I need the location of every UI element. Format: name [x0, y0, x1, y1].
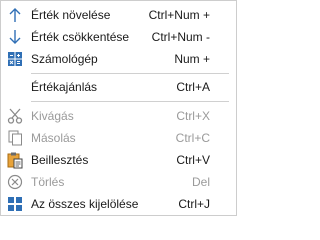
menu-item-select-all[interactable]: Az összes kijelölése Ctrl+J — [1, 193, 236, 215]
menu-item-label: Az összes kijelölése — [31, 197, 139, 211]
menu-item-shortcut: Ctrl+X — [176, 109, 210, 123]
menu-item-shortcut: Ctrl+C — [175, 131, 210, 145]
calculator-icon — [6, 50, 24, 68]
menu-separator — [31, 101, 229, 102]
menu-item-value-suggestion[interactable]: Értékajánlás Ctrl+A — [1, 76, 236, 98]
menu-item-label: Kivágás — [31, 109, 74, 123]
menu-item-label: Érték csökkentése — [31, 30, 130, 44]
menu-item-decrease-value[interactable]: Érték csökkentése Ctrl+Num - — [1, 26, 236, 48]
menu-item-delete[interactable]: Törlés Del — [1, 171, 236, 193]
menu-item-label: Értékajánlás — [31, 80, 98, 94]
menu-item-shortcut: Ctrl+Num + — [148, 8, 210, 22]
scissors-icon — [6, 107, 24, 125]
menu-item-label: Számológép — [31, 52, 98, 66]
delete-icon — [6, 173, 24, 191]
context-menu: Érték növelése Ctrl+Num + Érték csökkent… — [0, 0, 237, 216]
copy-icon — [6, 129, 24, 147]
menu-item-cut[interactable]: Kivágás Ctrl+X — [1, 105, 236, 127]
menu-item-label: Másolás — [31, 131, 76, 145]
menu-item-label: Érték növelése — [31, 8, 111, 22]
select-all-icon — [6, 195, 24, 213]
menu-item-shortcut: Ctrl+Num - — [151, 30, 210, 44]
arrow-down-icon — [6, 28, 24, 46]
menu-item-paste[interactable]: Beillesztés Ctrl+V — [1, 149, 236, 171]
menu-item-shortcut: Num + — [174, 52, 210, 66]
menu-item-shortcut: Ctrl+A — [176, 80, 210, 94]
menu-item-increase-value[interactable]: Érték növelése Ctrl+Num + — [1, 4, 236, 26]
menu-item-shortcut: Del — [191, 175, 210, 189]
menu-item-copy[interactable]: Másolás Ctrl+C — [1, 127, 236, 149]
paste-icon — [6, 151, 24, 169]
arrow-up-icon — [6, 6, 24, 24]
menu-separator — [31, 73, 229, 74]
menu-item-shortcut: Ctrl+J — [178, 197, 210, 211]
menu-item-calculator[interactable]: Számológép Num + — [1, 48, 236, 70]
menu-item-shortcut: Ctrl+V — [176, 153, 210, 167]
menu-item-label: Beillesztés — [31, 153, 89, 167]
menu-item-label: Törlés — [31, 175, 65, 189]
